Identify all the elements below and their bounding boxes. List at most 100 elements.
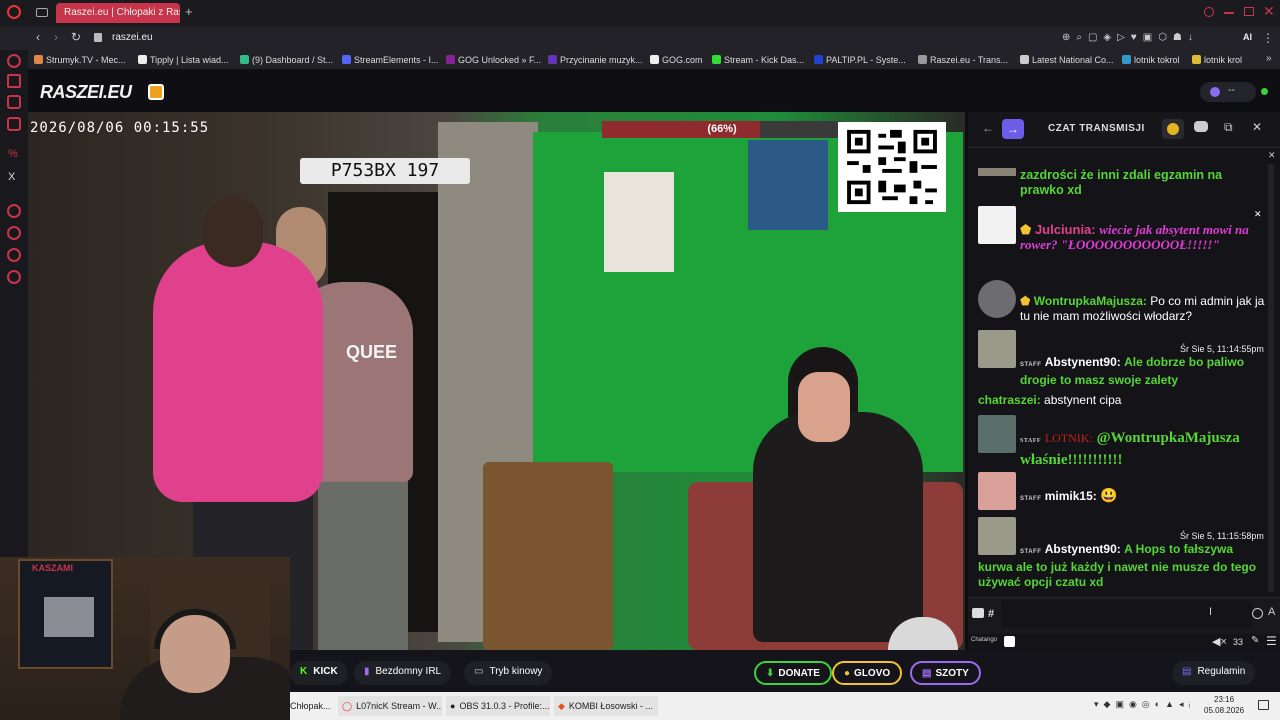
bookmark-item[interactable]: GOG Unlocked » F... (446, 53, 541, 67)
chat-username[interactable]: chatraszei: (978, 393, 1041, 407)
msg-close-icon[interactable]: ✕ (1254, 209, 1262, 220)
phone-icon: ▮ (364, 666, 370, 677)
hash-label: # (988, 608, 995, 620)
opera-logo-icon[interactable] (7, 5, 21, 19)
coin-icon[interactable] (1162, 119, 1184, 139)
bezdomny-irl-button[interactable]: ▮ Bezdomny IRL (354, 661, 452, 685)
bookmark-item[interactable]: GOG.com (650, 53, 703, 67)
chat-message: STAFF Abstynent90: Ale dobrze bo paliwo … (1020, 355, 1265, 388)
regulamin-button[interactable]: ▤ Regulamin (1172, 661, 1256, 685)
taskbar-item[interactable]: ● OBS 31.0.3 - Profile:... (446, 696, 550, 716)
bookmark-item[interactable]: lotnik krol (1192, 53, 1242, 67)
bookmark-item[interactable]: Stream - Kick Das... (712, 53, 804, 67)
staff-badge: STAFF (1020, 496, 1042, 502)
kick-button[interactable]: K KICK (290, 661, 348, 685)
chat-close-icon[interactable]: ✕ (1252, 120, 1262, 134)
staff-badge: STAFF (1020, 438, 1042, 444)
chat-forward-button[interactable]: → (1002, 119, 1024, 139)
glovo-button[interactable]: ● GLOVO (832, 661, 903, 685)
avatar (978, 168, 1016, 176)
chat-menu-icon[interactable]: ☰ (1266, 634, 1277, 648)
video-scene (483, 462, 613, 650)
mute-icon[interactable]: ◀× (1212, 635, 1227, 648)
chat-username[interactable]: mimik15: (1045, 489, 1097, 503)
chat-username[interactable]: Abstynent90: (1045, 355, 1121, 369)
toolbar-icons: ⊕⌕▢◈▷♥▣⬡☗↓ (1062, 32, 1199, 43)
chatango-label[interactable]: Chatango (971, 637, 997, 643)
avatar (978, 330, 1016, 368)
chat-input-area: # I A (968, 597, 1280, 637)
bookmark-item[interactable]: Strumyk.TV - Mec... (34, 53, 126, 67)
minimize-button[interactable] (1224, 12, 1234, 14)
tab-overview-icon[interactable] (36, 8, 48, 17)
chat-back-icon[interactable]: ← (982, 121, 994, 135)
new-tab-button[interactable]: + (185, 4, 193, 19)
bookmark-item[interactable]: Tipply | Lista wiad... (138, 53, 229, 67)
settings-icon[interactable] (7, 270, 21, 284)
wykop-icon[interactable] (148, 84, 164, 100)
download-icon[interactable] (7, 248, 21, 262)
instagram-icon[interactable] (7, 117, 21, 131)
bookmark-item[interactable]: StreamElements - I... (342, 53, 439, 67)
chat-message-text: abstynent cipa (1044, 393, 1122, 407)
shopping-icon[interactable] (7, 74, 21, 88)
cinema-mode-button[interactable]: ▭ Tryb kinowy (464, 661, 553, 685)
discord-icon[interactable] (1194, 121, 1208, 132)
bookmark-item[interactable]: lotnik tokrol (1122, 53, 1180, 67)
chat-input[interactable] (1002, 601, 1252, 627)
tab-raszei[interactable]: Raszei.eu | Chłopaki z Rasz (56, 3, 180, 23)
taskbar-item[interactable]: ◆ KOMBI Łosowski - ... (554, 696, 658, 716)
url-field[interactable]: raszei.eu (112, 32, 153, 43)
chat-username[interactable]: Abstynent90: (1045, 542, 1121, 556)
donate-button[interactable]: ⬇ DONATE (754, 661, 832, 685)
emoji-icon[interactable] (1252, 608, 1263, 619)
pin-icon[interactable]: ✎ (1251, 635, 1259, 646)
search-tabs-icon[interactable] (1204, 7, 1214, 17)
chat-username[interactable]: LOTNIK: (1045, 431, 1093, 445)
notification-icon[interactable] (1258, 700, 1269, 710)
taskbar-item[interactable]: ◯ L07nicK Stream - W... (338, 696, 442, 716)
bookmark-item[interactable]: Raszei.eu - Trans... (918, 53, 1008, 67)
clock-date: 05.08.2026 (1204, 706, 1245, 715)
back-icon[interactable]: ‹ (36, 30, 40, 44)
aria-icon[interactable] (7, 54, 21, 68)
szoty-button[interactable]: ▤ SZOTY (910, 661, 981, 685)
video-scene (798, 372, 850, 442)
popout-icon[interactable]: ⧉ (1224, 120, 1233, 135)
maximize-button[interactable] (1244, 7, 1254, 16)
lock-icon (94, 33, 102, 42)
bookmark-item[interactable]: Latest National Co... (1020, 53, 1114, 67)
chat-scrollbar[interactable] (1268, 164, 1274, 592)
avatar (978, 415, 1016, 453)
ai-button[interactable]: AI (1243, 32, 1252, 42)
shield-icon: ⬟ (1020, 294, 1031, 308)
qr-code (838, 122, 946, 212)
taskbar-item[interactable]: Chłopak... (290, 696, 336, 716)
license-plate: P753BX 197 (300, 158, 470, 184)
history-icon[interactable] (7, 226, 21, 240)
x-icon[interactable]: X (8, 171, 15, 183)
chat-username[interactable]: Julciunia: (1035, 222, 1096, 237)
tray-icons: ▾◆▣◉◎◐▲◂ᵢ (1094, 699, 1195, 709)
site-logo[interactable]: RASZEI.EU (40, 82, 132, 103)
chat-message: ⬟ WontrupkaMajusza: Po co mi admin jak j… (1020, 294, 1265, 324)
close-window-button[interactable]: ✕ (1263, 3, 1275, 20)
reload-icon[interactable]: ↻ (71, 30, 81, 44)
font-icon[interactable]: A (1268, 606, 1275, 618)
chat-dismiss-icon[interactable]: ✕ (1268, 150, 1276, 161)
camera-icon[interactable] (972, 608, 984, 618)
forward-icon[interactable]: › (54, 30, 58, 44)
bookmark-item[interactable]: (9) Dashboard / St... (240, 53, 333, 67)
percent-icon[interactable]: % (8, 148, 18, 160)
brave-icon: ◆ (558, 701, 565, 711)
bookmark-item[interactable]: Przycinanie muzyk... (548, 53, 643, 67)
bookmarks-more-icon[interactable]: » (1266, 53, 1272, 64)
bookmark-item[interactable]: PALTIP.PL - Syste... (814, 53, 906, 67)
chat-username[interactable]: WontrupkaMajusza: (1034, 294, 1147, 308)
player-icon[interactable] (7, 204, 21, 218)
chat-message-text: zazdrości że inni zdali egzamin na prawk… (1020, 168, 1223, 197)
menu-icon[interactable]: ⋮ (1262, 31, 1274, 45)
messenger-icon[interactable] (7, 95, 21, 109)
browser-tab-bar: Raszei.eu | Chłopaki z Rasz + ✕ (0, 0, 1280, 26)
video-scene (748, 140, 828, 230)
